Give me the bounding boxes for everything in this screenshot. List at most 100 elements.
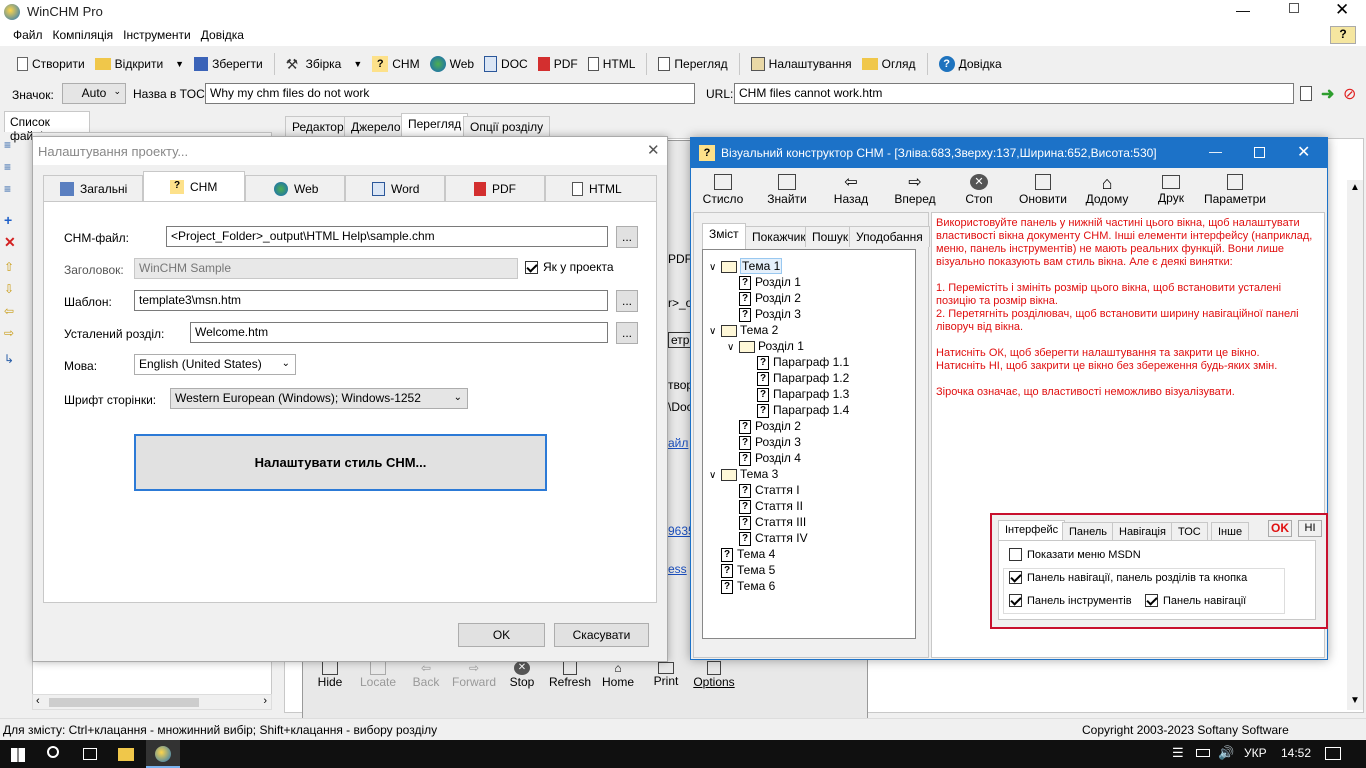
- tab-html[interactable]: HTML: [545, 175, 657, 201]
- home-button[interactable]: ⌂ Додому: [1075, 174, 1139, 206]
- dropdown-arrow-icon[interactable]: ▼: [175, 59, 184, 69]
- toc-book[interactable]: ∨ Розділ 1: [709, 338, 915, 354]
- hide-button[interactable]: Hide: [306, 661, 354, 689]
- toc-page[interactable]: ? Параграф 1.3: [709, 386, 915, 402]
- html-button[interactable]: HTML: [583, 52, 641, 76]
- toc-page[interactable]: ? Тема 4: [709, 546, 915, 562]
- scroll-thumb[interactable]: [49, 698, 199, 707]
- build-button[interactable]: ⚒ Збірка ▼: [281, 52, 368, 76]
- tab-other[interactable]: Інше: [1211, 522, 1250, 541]
- configure-chm-style-button[interactable]: Налаштувати стиль CHM...: [134, 434, 547, 491]
- toc-page[interactable]: ? Розділ 4: [709, 450, 915, 466]
- options-button[interactable]: Options: [690, 661, 738, 689]
- stop-icon[interactable]: ⊘: [1343, 84, 1356, 104]
- windows-start-icon[interactable]: [11, 748, 25, 762]
- file-list-tab[interactable]: Список файлів: [4, 111, 90, 143]
- toc-page[interactable]: ? Стаття IV: [709, 530, 915, 546]
- toc-page[interactable]: ? Параграф 1.2: [709, 370, 915, 386]
- scroll-left-icon[interactable]: ‹: [36, 695, 40, 707]
- save-button[interactable]: Зберегти: [189, 52, 268, 76]
- tab-web[interactable]: Web: [245, 175, 345, 201]
- close-icon[interactable]: ✕: [1297, 142, 1310, 162]
- page-icon[interactable]: [1300, 86, 1312, 101]
- tab-source[interactable]: Джерело: [344, 116, 408, 137]
- doc-button[interactable]: DOC: [479, 52, 533, 76]
- nav-panel-checkbox[interactable]: Панель навігації: [1145, 594, 1246, 607]
- locate-button[interactable]: Locate: [354, 661, 402, 689]
- indent-icon[interactable]: ↳: [4, 352, 28, 368]
- notification-icon[interactable]: [1325, 747, 1341, 760]
- scroll-right-icon[interactable]: ›: [263, 695, 267, 707]
- nav-panel-section-checkbox[interactable]: Панель навігації, панель розділів та кно…: [1009, 571, 1247, 584]
- ok-button[interactable]: OK: [1268, 520, 1292, 537]
- delete-icon[interactable]: ✕: [4, 234, 28, 250]
- no-button[interactable]: НІ: [1298, 520, 1322, 537]
- restore-icon[interactable]: [1289, 3, 1299, 13]
- toc-page[interactable]: ? Стаття II: [709, 498, 915, 514]
- close-icon[interactable]: ✕: [647, 141, 660, 159]
- tab-general[interactable]: Загальні: [43, 175, 143, 201]
- template-input[interactable]: template3\msn.htm: [134, 290, 608, 311]
- clock[interactable]: 14:52: [1281, 746, 1311, 760]
- volume-icon[interactable]: 🔊: [1218, 745, 1234, 761]
- forward-button[interactable]: ⇨ Вперед: [883, 174, 947, 206]
- move-down-icon[interactable]: ⇩: [4, 282, 28, 298]
- toc-page[interactable]: ? Розділ 2: [709, 290, 915, 306]
- ok-button[interactable]: OK: [458, 623, 545, 647]
- help-button[interactable]: ? Довідка: [934, 52, 1007, 76]
- toc-page[interactable]: ? Стаття I: [709, 482, 915, 498]
- title-input[interactable]: WinCHM Sample: [134, 258, 518, 279]
- search-icon[interactable]: [47, 746, 59, 758]
- menu-file[interactable]: Файл: [8, 28, 48, 42]
- toc-page[interactable]: ? Тема 5: [709, 562, 915, 578]
- horizontal-scrollbar[interactable]: ‹ ›: [32, 694, 272, 710]
- url-input[interactable]: CHM files cannot work.htm: [734, 83, 1294, 104]
- maximize-icon[interactable]: [1254, 147, 1265, 158]
- battery-icon[interactable]: [1196, 749, 1210, 757]
- toolbar-checkbox[interactable]: Панель інструментів: [1009, 594, 1132, 607]
- tab-navigation[interactable]: Навігація: [1112, 522, 1173, 541]
- overview-button[interactable]: Огляд: [857, 52, 921, 76]
- side-tool-icon[interactable]: ≡: [4, 160, 28, 176]
- settings-button[interactable]: Налаштування: [746, 52, 857, 76]
- move-right-icon[interactable]: ⇨: [4, 326, 28, 342]
- toc-page[interactable]: ? Розділ 3: [709, 306, 915, 322]
- toc-title-input[interactable]: Why my chm files do not work: [205, 83, 695, 104]
- side-tool-icon[interactable]: ≡: [4, 138, 28, 154]
- pdf-button[interactable]: PDF: [533, 52, 583, 76]
- msdn-menu-checkbox[interactable]: Показати меню MSDN: [1009, 548, 1141, 561]
- stop-button[interactable]: ✕ Стоп: [947, 174, 1011, 206]
- dropdown-arrow-icon[interactable]: ▼: [353, 59, 362, 69]
- toc-book[interactable]: ∨ Тема 2: [709, 322, 915, 338]
- tab-search[interactable]: Пошук: [805, 226, 856, 247]
- tab-panel[interactable]: Панель: [1062, 522, 1115, 541]
- minimize-icon[interactable]: —: [1236, 2, 1250, 18]
- toc-page[interactable]: ? Параграф 1.4: [709, 402, 915, 418]
- browse-default-button[interactable]: ...: [616, 322, 638, 344]
- tab-chm[interactable]: ? CHM: [143, 171, 245, 201]
- tab-contents[interactable]: Зміст: [702, 223, 746, 249]
- back-button[interactable]: ⇦ Back: [402, 661, 450, 689]
- language-select[interactable]: English (United States) ⌄: [134, 354, 296, 375]
- print-button[interactable]: Print: [642, 662, 690, 688]
- print-button[interactable]: Друк: [1139, 175, 1203, 205]
- stop-button[interactable]: ✕ Stop: [498, 661, 546, 689]
- icon-select[interactable]: Auto ⌄: [62, 83, 126, 104]
- toc-book[interactable]: ∨ Тема 1: [709, 258, 915, 274]
- winchm-taskbar-item[interactable]: [146, 740, 180, 768]
- compact-button[interactable]: Стисло: [691, 174, 755, 206]
- tab-topic-options[interactable]: Опції розділу: [463, 116, 551, 137]
- toc-page[interactable]: ? Стаття III: [709, 514, 915, 530]
- open-button[interactable]: Відкрити ▼: [90, 52, 189, 76]
- network-icon[interactable]: ☰: [1172, 745, 1184, 761]
- forward-button[interactable]: ⇨ Forward: [450, 661, 498, 689]
- refresh-button[interactable]: Refresh: [546, 661, 594, 689]
- move-up-icon[interactable]: ⇧: [4, 260, 28, 276]
- find-button[interactable]: Знайти: [755, 174, 819, 206]
- page-font-select[interactable]: Western European (Windows); Windows-1252…: [170, 388, 468, 409]
- toc-book[interactable]: ∨ Тема 3: [709, 466, 915, 482]
- tab-word[interactable]: Word: [345, 175, 445, 201]
- tab-favorites[interactable]: Уподобання: [849, 226, 930, 247]
- chm-button[interactable]: ? CHM: [367, 52, 424, 76]
- tab-interface[interactable]: Інтерфейс: [998, 520, 1066, 541]
